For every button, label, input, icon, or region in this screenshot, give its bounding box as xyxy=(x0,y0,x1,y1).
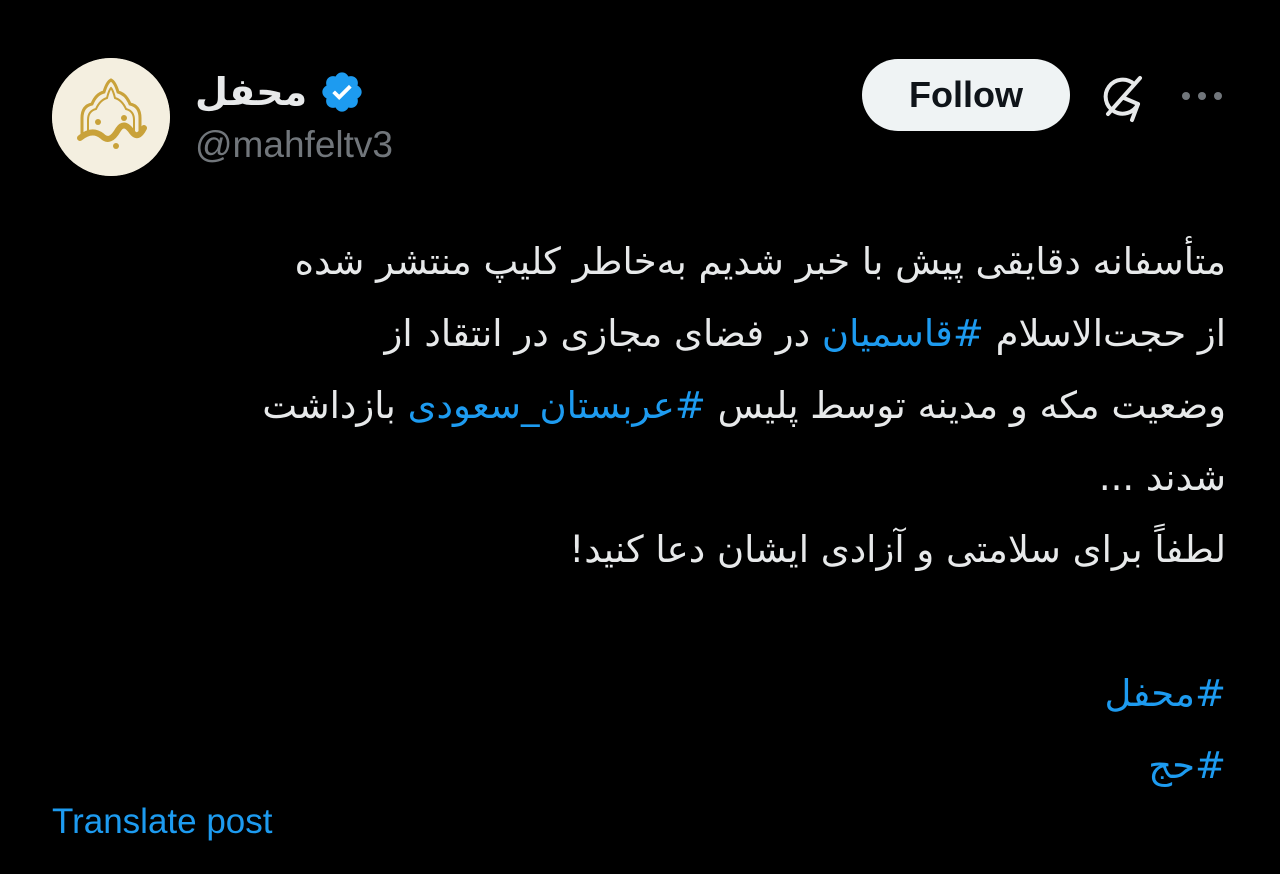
hashtag-link[interactable]: #قاسمیان xyxy=(822,312,984,355)
mahfel-logo-icon xyxy=(52,58,170,176)
post-line: متأسفانه دقایقی پیش با خبر شدیم به‌خاطر … xyxy=(46,226,1226,298)
post-text-segment: متأسفانه دقایقی پیش با خبر شدیم به‌خاطر … xyxy=(294,240,1226,283)
verified-badge-icon xyxy=(322,72,362,112)
grok-icon[interactable] xyxy=(1094,70,1148,124)
author-display-name[interactable]: محفل xyxy=(195,70,307,114)
post-line: #محفل xyxy=(46,658,1226,730)
author-handle[interactable]: @mahfeltv3 xyxy=(195,124,393,166)
post-line: لطفاً برای سلامتی و آزادی ایشان دعا کنید… xyxy=(46,514,1226,586)
post-line: #حج xyxy=(46,730,1226,802)
follow-button[interactable]: Follow xyxy=(862,59,1070,131)
author-avatar[interactable] xyxy=(52,58,170,176)
tweet-post: محفل @mahfeltv3 Follow متأسفانه دقایقی پ… xyxy=(0,0,1280,874)
post-body: متأسفانه دقایقی پیش با خبر شدیم به‌خاطر … xyxy=(46,226,1226,802)
post-text-segment: از حجت‌الاسلام xyxy=(983,312,1226,355)
translate-post-link[interactable]: Translate post xyxy=(52,802,272,842)
post-text-segment: لطفاً برای سلامتی و آزادی ایشان دعا کنید… xyxy=(569,528,1226,571)
post-text-segment: شدند ... xyxy=(1098,456,1226,499)
post-text-segment: در فضای مجازی در انتقاد از xyxy=(384,312,822,355)
hashtag-link[interactable]: #حج xyxy=(1148,744,1226,787)
post-line: وضعیت مکه و مدینه توسط پلیس #عربستان_سعو… xyxy=(46,370,1226,442)
post-text-segment: بازداشت xyxy=(262,384,408,427)
post-line: از حجت‌الاسلام #قاسمیان در فضای مجازی در… xyxy=(46,298,1226,370)
post-spacer xyxy=(46,586,1226,658)
hashtag-link[interactable]: #عربستان_سعودی xyxy=(408,384,706,427)
post-line: شدند ... xyxy=(46,442,1226,514)
author-name-row: محفل xyxy=(195,64,365,120)
more-options-icon[interactable] xyxy=(1178,80,1226,112)
hashtag-link[interactable]: #محفل xyxy=(1105,672,1226,715)
post-text-segment: وضعیت مکه و مدینه توسط پلیس xyxy=(705,384,1226,427)
